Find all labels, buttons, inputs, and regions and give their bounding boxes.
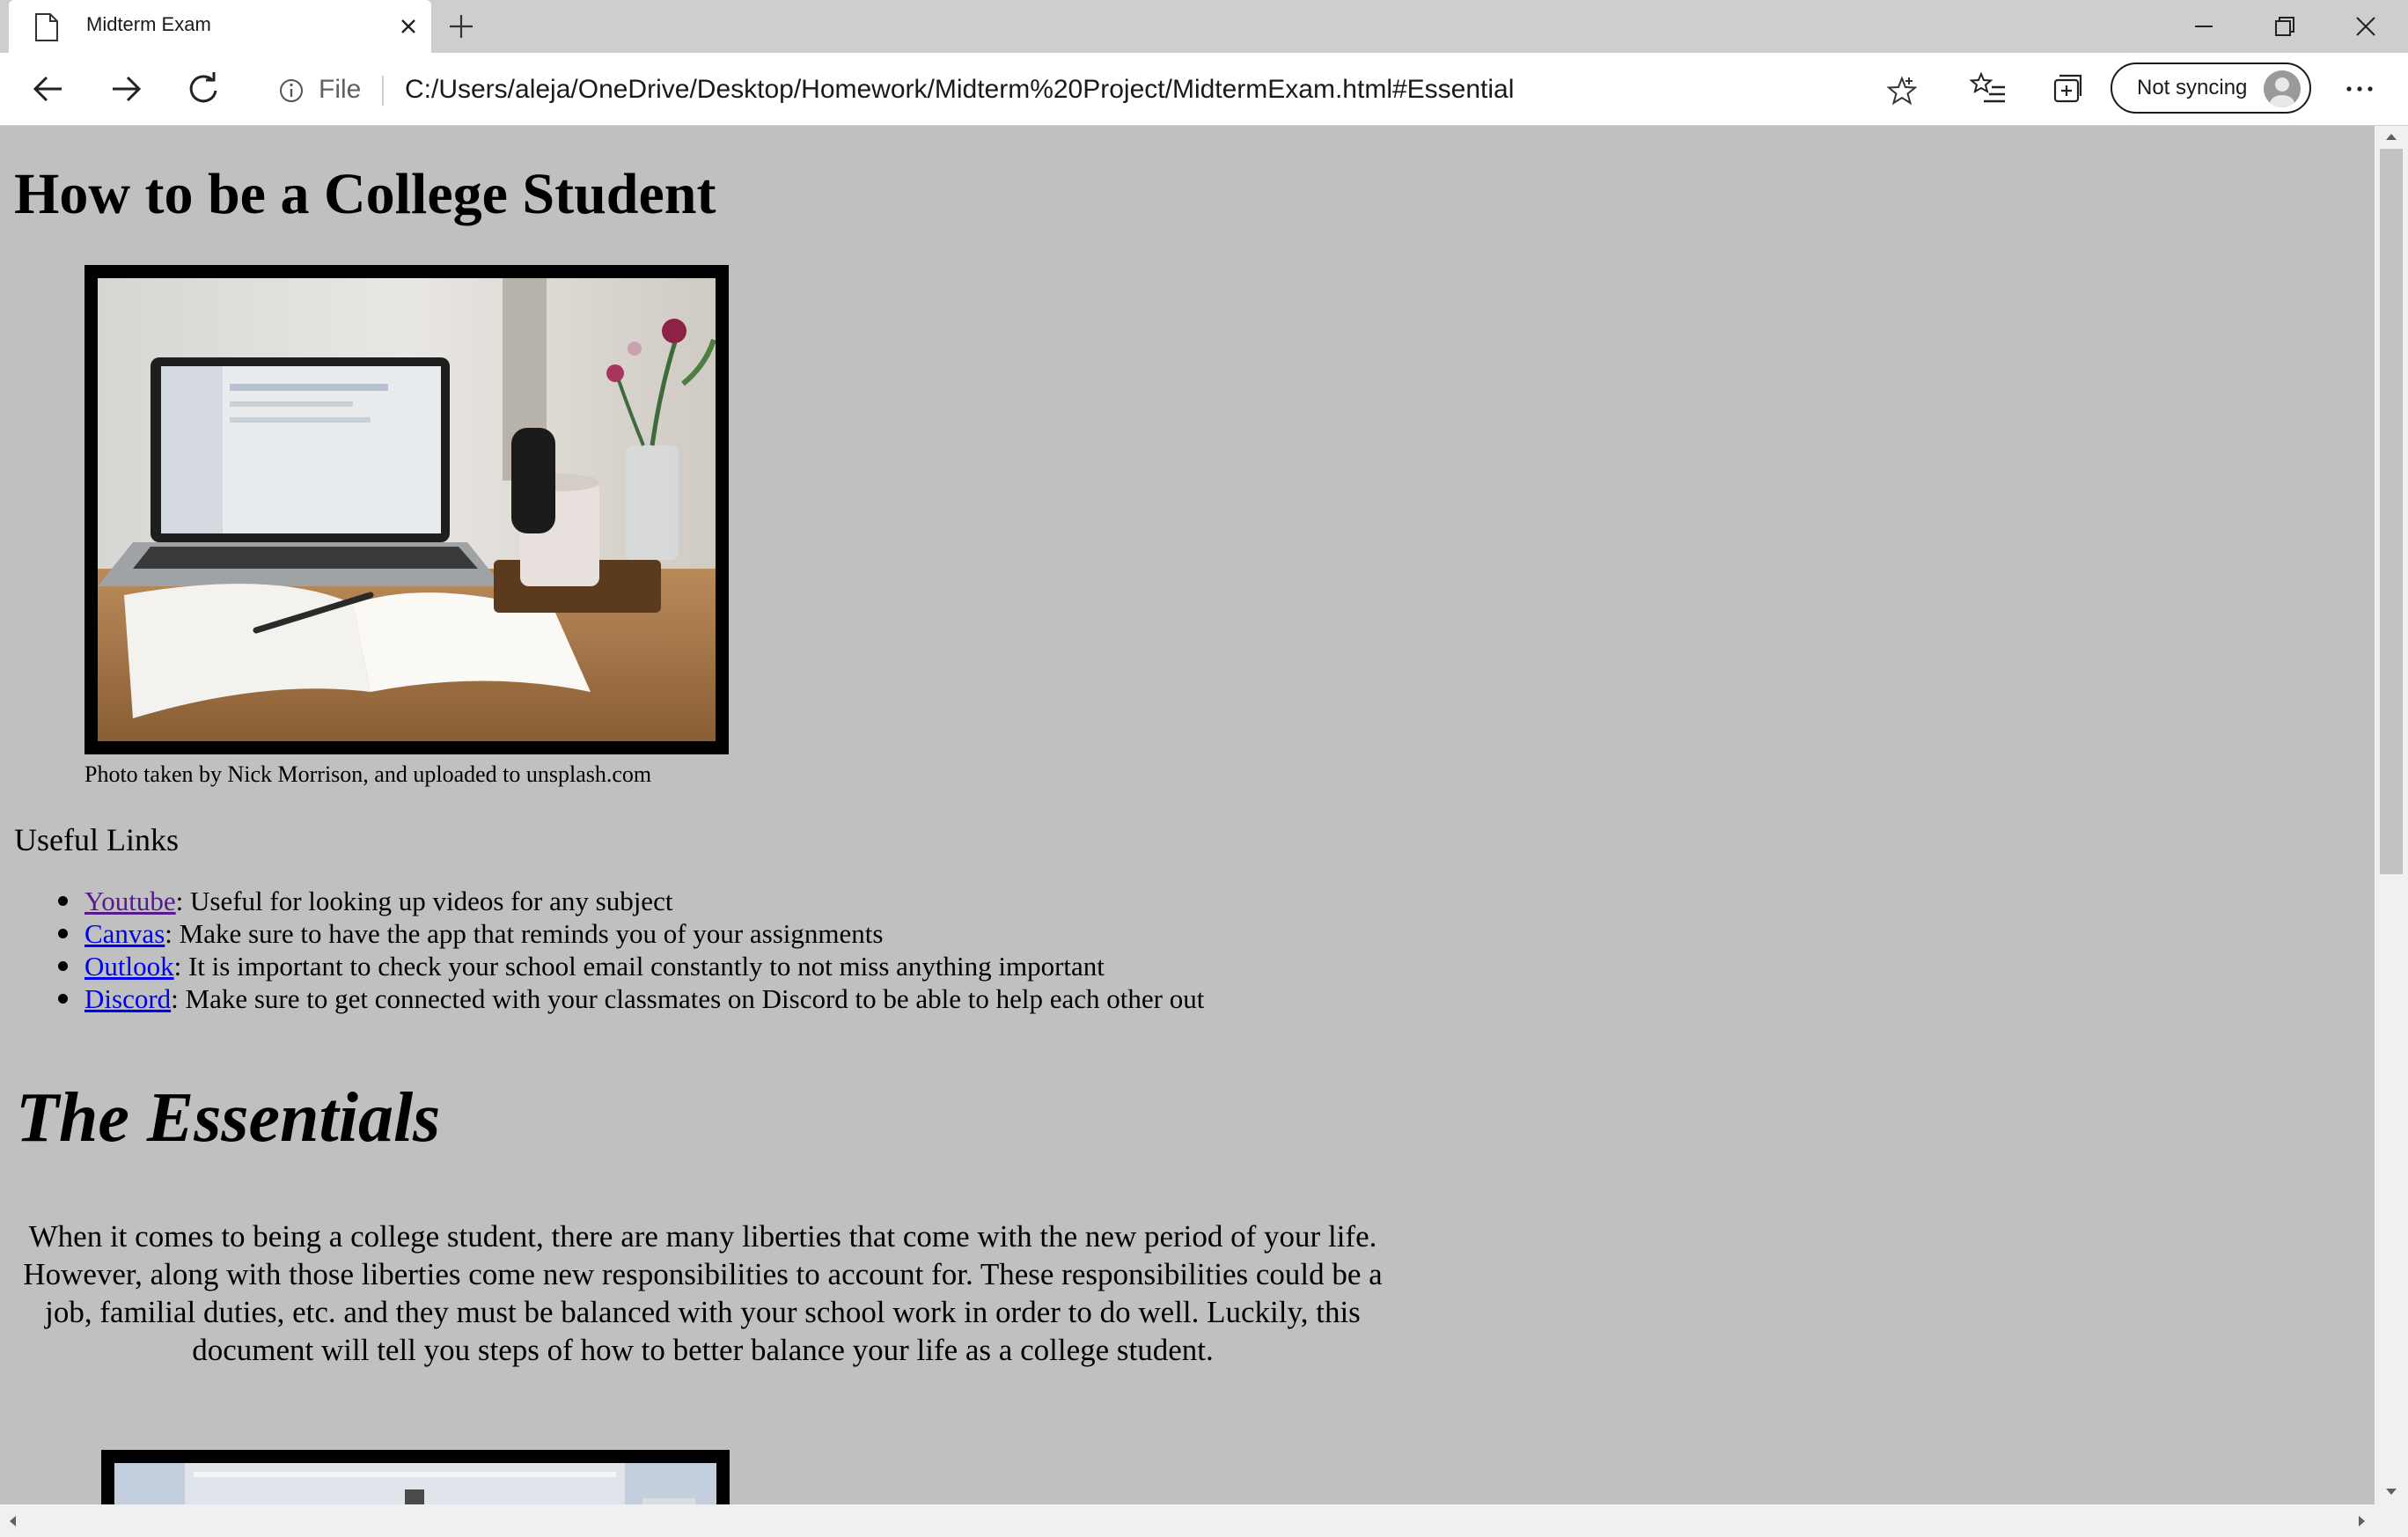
profile-sync-button[interactable]: Not syncing bbox=[2111, 63, 2311, 114]
restore-icon[interactable] bbox=[2265, 7, 2304, 46]
star-icon[interactable] bbox=[1887, 76, 1917, 106]
laptop-desk-illustration bbox=[98, 278, 716, 741]
refresh-icon[interactable] bbox=[183, 69, 224, 109]
vertical-scrollbar[interactable] bbox=[2375, 126, 2408, 1504]
discord-link[interactable]: Discord bbox=[84, 983, 171, 1014]
favorites-icon[interactable] bbox=[1968, 69, 2008, 109]
page-content: How to be a College Student Photo taken … bbox=[0, 126, 2375, 1504]
second-photo bbox=[101, 1450, 730, 1504]
useful-links-list: Youtube: Useful for looking up videos fo… bbox=[57, 885, 1205, 1015]
address-bar[interactable]: File C:/Users/aleja/OneDrive/Desktop/Hom… bbox=[253, 63, 1936, 116]
tab-midterm-exam[interactable]: Midterm Exam bbox=[9, 0, 431, 53]
tab-title: Midterm Exam bbox=[86, 13, 211, 35]
minimize-icon[interactable] bbox=[2184, 7, 2223, 46]
address-separator bbox=[382, 76, 384, 106]
tab-strip: Midterm Exam bbox=[0, 0, 2408, 53]
list-item: Discord: Make sure to get connected with… bbox=[57, 982, 1205, 1015]
vertical-scroll-thumb[interactable] bbox=[2380, 149, 2403, 874]
browser-toolbar: File C:/Users/aleja/OneDrive/Desktop/Hom… bbox=[0, 53, 2408, 126]
list-item: Canvas: Make sure to have the app that r… bbox=[57, 917, 1204, 950]
arrow-right-icon[interactable] bbox=[106, 69, 146, 109]
close-window-icon[interactable] bbox=[2346, 7, 2385, 46]
section-heading-essentials: The Essentials bbox=[16, 1079, 441, 1157]
laptop-desk-photo bbox=[84, 265, 729, 754]
page-icon bbox=[35, 13, 58, 41]
essentials-paragraph: When it comes to being a college student… bbox=[23, 1219, 1383, 1367]
canvas-link[interactable]: Canvas bbox=[84, 918, 165, 949]
photo-caption: Photo taken by Nick Morrison, and upload… bbox=[84, 761, 652, 787]
scroll-right-icon[interactable] bbox=[2357, 1514, 2368, 1528]
discord-description: : Make sure to get connected with your c… bbox=[171, 983, 1205, 1014]
arrow-left-icon[interactable] bbox=[28, 69, 69, 109]
list-item: Youtube: Useful for looking up videos fo… bbox=[57, 885, 1204, 917]
page-title: How to be a College Student bbox=[14, 162, 716, 226]
close-icon[interactable] bbox=[396, 14, 421, 39]
scroll-down-icon[interactable] bbox=[2384, 1487, 2398, 1497]
outlook-description: : It is important to check your school e… bbox=[173, 951, 1105, 982]
outlook-link[interactable]: Outlook bbox=[84, 951, 174, 982]
list-item: Outlook: It is important to check your s… bbox=[57, 950, 1204, 982]
sync-label: Not syncing bbox=[2137, 76, 2248, 99]
avatar bbox=[2264, 70, 2301, 107]
horizontal-scrollbar[interactable] bbox=[0, 1504, 2408, 1537]
scroll-up-icon[interactable] bbox=[2384, 131, 2398, 142]
second-photo-illustration bbox=[114, 1463, 716, 1504]
address-url[interactable]: C:/Users/aleja/OneDrive/Desktop/Homework… bbox=[405, 75, 1514, 105]
scroll-left-icon[interactable] bbox=[7, 1514, 18, 1528]
canvas-description: : Make sure to have the app that reminds… bbox=[165, 918, 884, 949]
youtube-description: : Useful for looking up videos for any s… bbox=[175, 886, 673, 916]
useful-links-heading: Useful Links bbox=[14, 822, 179, 857]
plus-icon[interactable] bbox=[447, 12, 475, 40]
address-scheme-label: File bbox=[319, 75, 362, 104]
more-icon[interactable] bbox=[2339, 69, 2380, 109]
info-icon[interactable] bbox=[278, 77, 305, 104]
collections-icon[interactable] bbox=[2047, 69, 2088, 109]
youtube-link[interactable]: Youtube bbox=[84, 886, 176, 916]
